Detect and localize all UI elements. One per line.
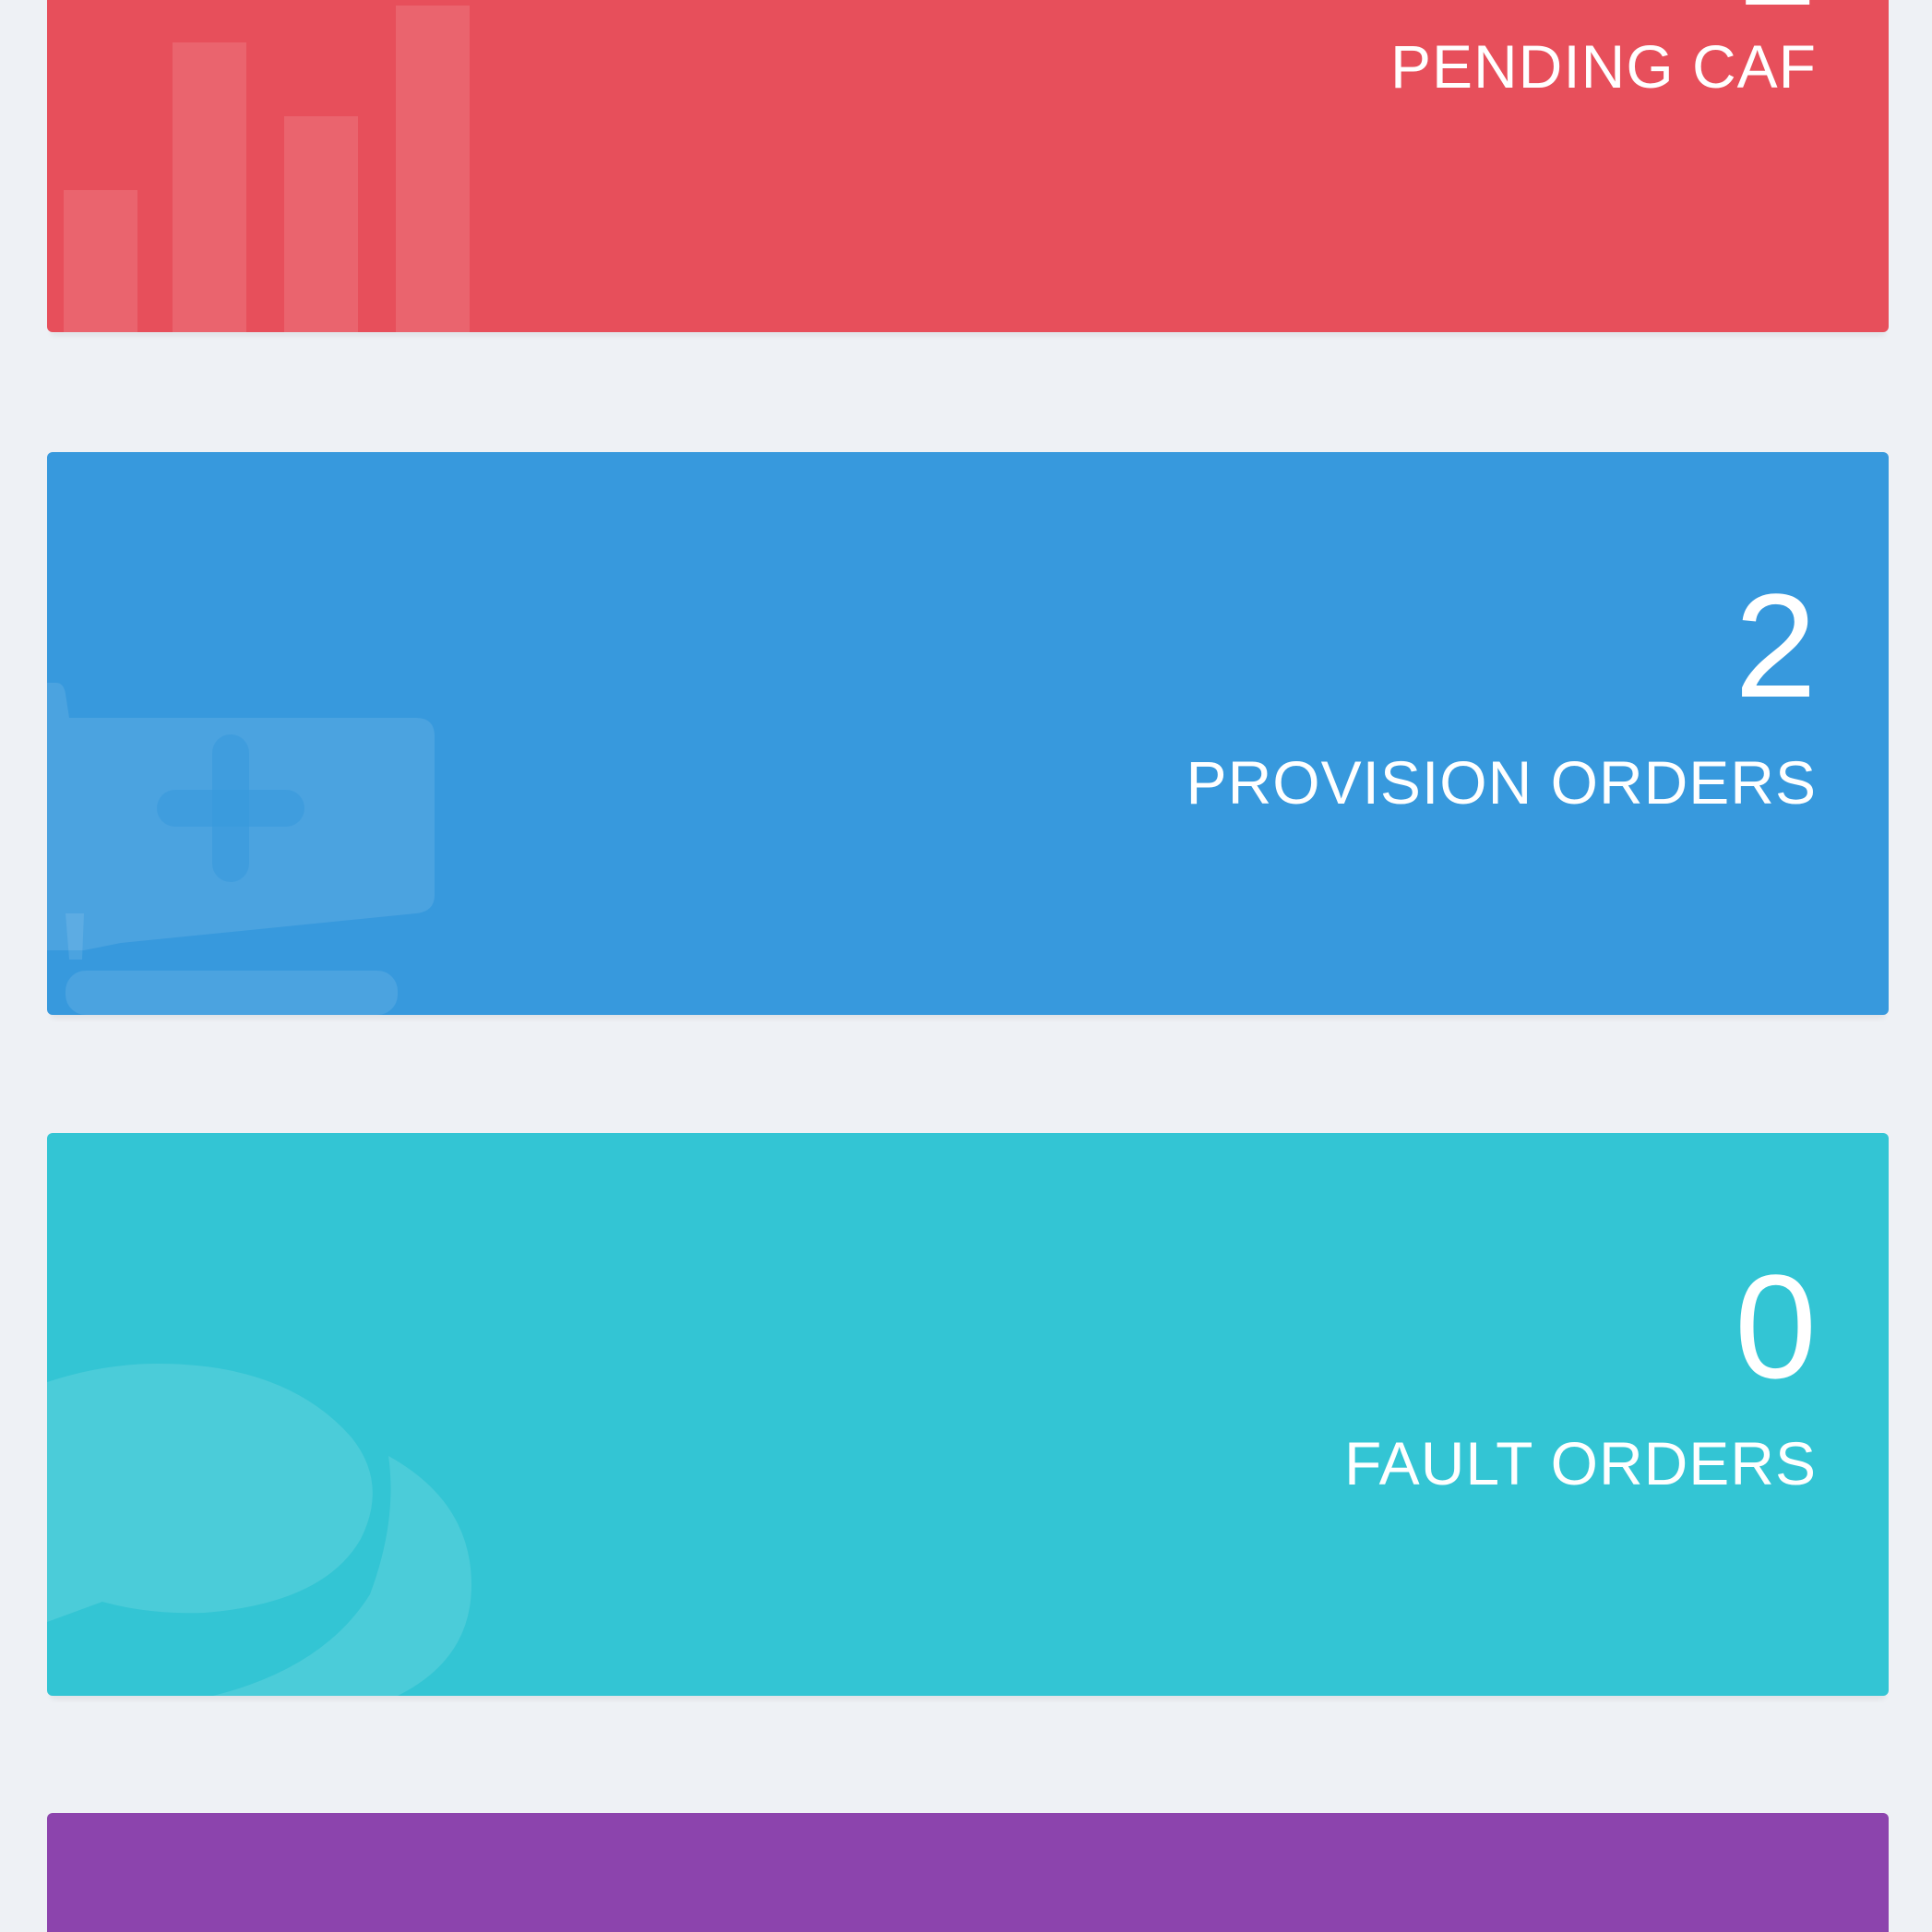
fault-orders-count: 0 [1735,1244,1817,1409]
pending-caf-count: 1 [1735,0,1817,28]
provision-orders-count: 2 [1735,563,1817,728]
pending-caf-label: PENDING CAF [1389,32,1817,101]
cart-plus-icon [47,683,453,1015]
provision-orders-tile[interactable]: 2 PROVISION ORDERS [47,452,1889,1015]
fourth-tile[interactable] [47,1813,1889,1932]
provision-orders-label: PROVISION ORDERS [1186,748,1817,817]
fault-orders-label: FAULT ORDERS [1344,1429,1817,1497]
chat-bubbles-icon [47,1364,527,1696]
pending-caf-tile[interactable]: 1 PENDING CAF [47,0,1889,332]
fault-orders-tile[interactable]: 0 FAULT ORDERS [47,1133,1889,1696]
dashboard-screen: 1 PENDING CAF 2 PROVISION ORDERS [0,0,1932,1932]
bar-chart-icon [47,0,527,332]
